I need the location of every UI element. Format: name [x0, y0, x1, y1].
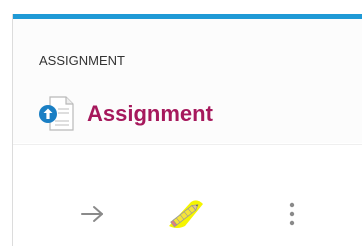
go-arrow-button[interactable]: [73, 194, 113, 234]
more-options-button[interactable]: [277, 194, 307, 234]
go-arrow-icon: [81, 206, 103, 222]
assignment-upload-icon: [39, 96, 74, 131]
activity-card: ASSIGNMENT Assignment: [12, 14, 362, 246]
activity-title-row[interactable]: Assignment: [37, 94, 213, 134]
activity-title[interactable]: Assignment: [87, 101, 213, 127]
card-actions: [13, 184, 362, 244]
edit-button[interactable]: [163, 192, 209, 236]
card-header: ASSIGNMENT Assignment: [13, 19, 362, 143]
card-divider: [13, 144, 362, 145]
activity-type-label: ASSIGNMENT: [39, 53, 125, 68]
edit-pencil-icon: [169, 200, 203, 228]
more-vertical-icon: [289, 202, 295, 226]
